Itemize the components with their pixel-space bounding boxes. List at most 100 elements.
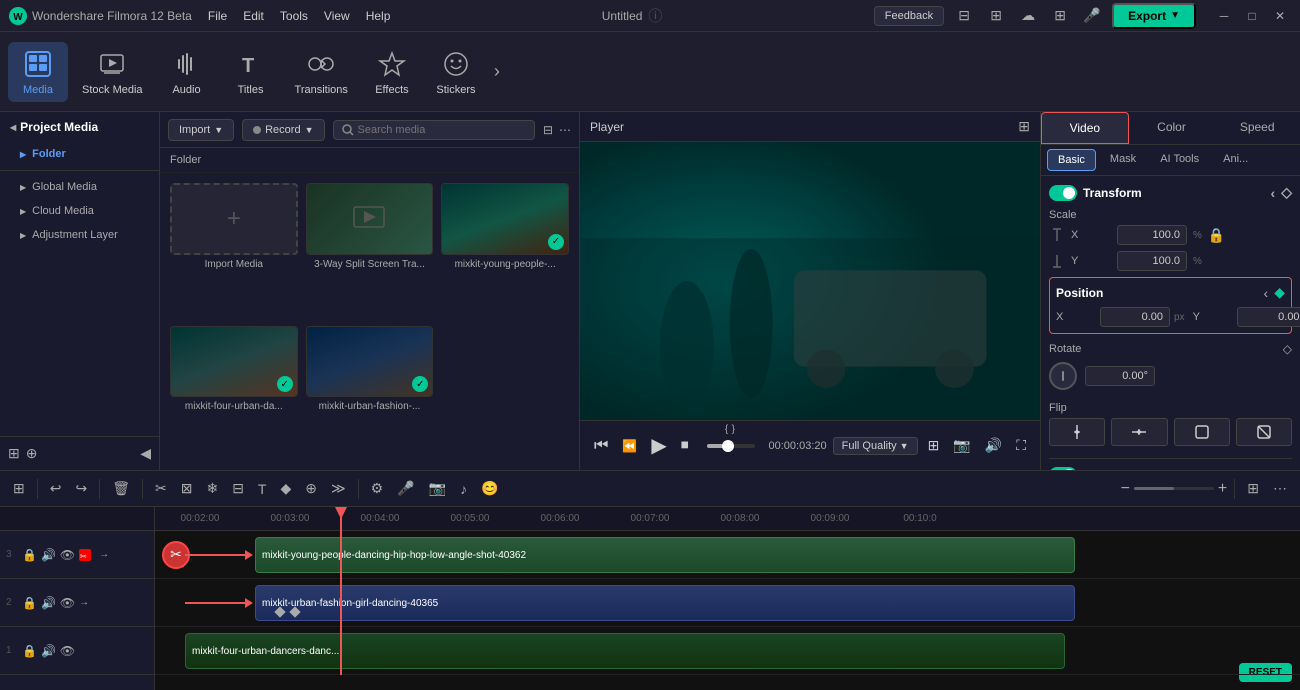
track-1-speaker-icon[interactable]: 🔊 bbox=[41, 644, 56, 658]
minimize-icon[interactable]: ⊟ bbox=[952, 4, 976, 28]
list-item[interactable]: ✓ mixkit-young-people-... bbox=[441, 183, 569, 318]
record-button[interactable]: Record ▼ bbox=[242, 119, 324, 141]
track-clip-3[interactable]: mixkit-young-people-dancing-hip-hop-low-… bbox=[255, 537, 1075, 573]
screen-fit-icon[interactable]: ⊞ bbox=[924, 435, 944, 456]
import-button[interactable]: Import ▼ bbox=[168, 119, 234, 141]
track-1-eye-icon[interactable]: 👁 bbox=[60, 644, 75, 658]
position-prev-icon[interactable]: ‹ bbox=[1264, 285, 1269, 301]
tl-zoom-fit-icon[interactable]: ⊕ bbox=[300, 477, 322, 500]
position-y-input[interactable] bbox=[1237, 307, 1300, 327]
flip-vertical-button[interactable] bbox=[1049, 418, 1105, 446]
layout-icon[interactable]: ⊞ bbox=[984, 4, 1008, 28]
track-speaker-icon[interactable]: 🔊 bbox=[41, 548, 56, 562]
tl-cut-icon[interactable]: ✂ bbox=[150, 477, 172, 500]
quality-button[interactable]: Full Quality ▼ bbox=[833, 437, 918, 455]
import-placeholder[interactable]: + bbox=[170, 183, 298, 255]
export-button[interactable]: Export ▼ bbox=[1112, 3, 1196, 29]
tl-split-icon[interactable]: ⊟ bbox=[227, 477, 249, 500]
tl-freeze-icon[interactable]: ❄ bbox=[201, 477, 223, 500]
tl-grid-icon[interactable]: ⊞ bbox=[8, 477, 30, 500]
progress-bar[interactable]: { } bbox=[707, 444, 755, 448]
flip-btn4[interactable] bbox=[1236, 418, 1292, 446]
step-back-button[interactable]: ⏪ bbox=[618, 437, 641, 455]
tl-text-icon[interactable]: T bbox=[253, 478, 272, 500]
list-item[interactable]: 3-Way Split Screen Tra... bbox=[306, 183, 434, 318]
sidebar-item-global-media[interactable]: Global Media bbox=[0, 175, 159, 199]
tab-video[interactable]: Video bbox=[1041, 112, 1129, 144]
tool-stock-media[interactable]: Stock Media bbox=[72, 42, 153, 102]
rotate-input[interactable] bbox=[1085, 366, 1155, 386]
tool-transitions[interactable]: Transitions bbox=[285, 42, 358, 102]
track-eye-icon[interactable]: 👁 bbox=[60, 548, 75, 562]
tab-speed[interactable]: Speed bbox=[1214, 112, 1300, 144]
track-1-lock-icon[interactable]: 🔒 bbox=[22, 644, 37, 658]
add-icon[interactable]: ⊕ bbox=[26, 445, 38, 462]
tl-zoom-in-icon[interactable]: + bbox=[1218, 480, 1227, 498]
list-item[interactable]: + Import Media bbox=[170, 183, 298, 318]
play-button[interactable]: ▶ bbox=[647, 431, 670, 460]
menu-tools[interactable]: Tools bbox=[280, 9, 308, 23]
stop-button[interactable]: ⏹ bbox=[677, 435, 693, 457]
fullscreen-icon[interactable]: ⛶ bbox=[1012, 435, 1030, 456]
menu-help[interactable]: Help bbox=[366, 9, 391, 23]
menu-edit[interactable]: Edit bbox=[243, 9, 264, 23]
track-lock-icon[interactable]: 🔒 bbox=[22, 548, 37, 562]
flip-btn3[interactable] bbox=[1174, 418, 1230, 446]
more-icon[interactable]: ⋯ bbox=[559, 123, 571, 137]
scale-y-input[interactable] bbox=[1117, 251, 1187, 271]
tool-stickers[interactable]: Stickers bbox=[426, 42, 486, 102]
subtab-mask[interactable]: Mask bbox=[1100, 149, 1146, 171]
tl-zoom-out-icon[interactable]: − bbox=[1121, 480, 1130, 498]
tl-settings-icon[interactable]: ⚙ bbox=[366, 477, 389, 500]
track-clip-1[interactable]: mixkit-four-urban-dancers-danc... bbox=[185, 633, 1065, 669]
subtab-ani[interactable]: Ani... bbox=[1213, 149, 1258, 171]
tool-effects[interactable]: Effects bbox=[362, 42, 422, 102]
progress-knob[interactable] bbox=[722, 440, 734, 452]
volume-icon[interactable]: 🔊 bbox=[981, 435, 1006, 456]
snapshot-icon[interactable]: 📷 bbox=[949, 435, 974, 456]
tool-audio[interactable]: Audio bbox=[157, 42, 217, 102]
tl-delete-icon[interactable]: 🗑 bbox=[107, 477, 135, 500]
tl-marker-icon[interactable]: ◆ bbox=[275, 477, 296, 500]
menu-file[interactable]: File bbox=[208, 9, 227, 23]
track-2-lock-icon[interactable]: 🔒 bbox=[22, 596, 37, 610]
mic-icon[interactable]: 🎤 bbox=[1080, 4, 1104, 28]
track-2-eye-icon[interactable]: 👁 bbox=[60, 596, 75, 610]
transform-toggle[interactable] bbox=[1049, 185, 1077, 201]
collapse-icon[interactable]: ◀ bbox=[140, 445, 151, 462]
window-minimize[interactable]: ─ bbox=[1212, 4, 1236, 28]
flip-horizontal-button[interactable] bbox=[1111, 418, 1167, 446]
tl-emoji-icon[interactable]: 😊 bbox=[476, 477, 503, 500]
toolbar-more[interactable]: › bbox=[490, 57, 504, 86]
tl-more2-icon[interactable]: ⋯ bbox=[1268, 477, 1292, 500]
tl-more-icon[interactable]: ≫ bbox=[326, 477, 351, 500]
tl-redo-icon[interactable]: ↪ bbox=[70, 477, 92, 500]
skip-back-button[interactable]: ⏮ bbox=[590, 435, 612, 457]
transform-prev-icon[interactable]: ‹ bbox=[1271, 185, 1276, 201]
window-maximize[interactable]: □ bbox=[1240, 4, 1264, 28]
feedback-button[interactable]: Feedback bbox=[874, 6, 944, 26]
rotate-dial[interactable] bbox=[1049, 362, 1077, 390]
list-item[interactable]: ✓ mixkit-urban-fashion-... bbox=[306, 326, 434, 461]
add-folder-icon[interactable]: ⊞ bbox=[8, 445, 20, 462]
tl-crop-icon[interactable]: ⊠ bbox=[176, 477, 198, 500]
scale-x-input[interactable] bbox=[1117, 225, 1187, 245]
transform-reset-icon[interactable]: ◇ bbox=[1281, 184, 1292, 201]
tab-color[interactable]: Color bbox=[1129, 112, 1215, 144]
tl-undo-icon[interactable]: ↩ bbox=[45, 477, 67, 500]
rotate-reset-icon[interactable]: ◇ bbox=[1283, 342, 1292, 356]
sidebar-item-cloud-media[interactable]: Cloud Media bbox=[0, 199, 159, 223]
position-keyframe-icon[interactable]: ◆ bbox=[1274, 284, 1285, 301]
tool-titles[interactable]: T Titles bbox=[221, 42, 281, 102]
search-input[interactable] bbox=[358, 124, 526, 136]
list-item[interactable]: ✓ mixkit-four-urban-da... bbox=[170, 326, 298, 461]
tl-grid-view-icon[interactable]: ⊞ bbox=[1242, 477, 1264, 500]
tl-camera-icon[interactable]: 📷 bbox=[424, 477, 451, 500]
filter-icon[interactable]: ⊟ bbox=[543, 123, 553, 137]
tl-music-icon[interactable]: ♪ bbox=[455, 478, 472, 500]
subtab-ai-tools[interactable]: AI Tools bbox=[1150, 149, 1209, 171]
track-2-speaker-icon[interactable]: 🔊 bbox=[41, 596, 56, 610]
sidebar-item-adjustment-layer[interactable]: Adjustment Layer bbox=[0, 223, 159, 247]
zoom-slider[interactable] bbox=[1134, 487, 1214, 490]
grid-icon[interactable]: ⊞ bbox=[1048, 4, 1072, 28]
